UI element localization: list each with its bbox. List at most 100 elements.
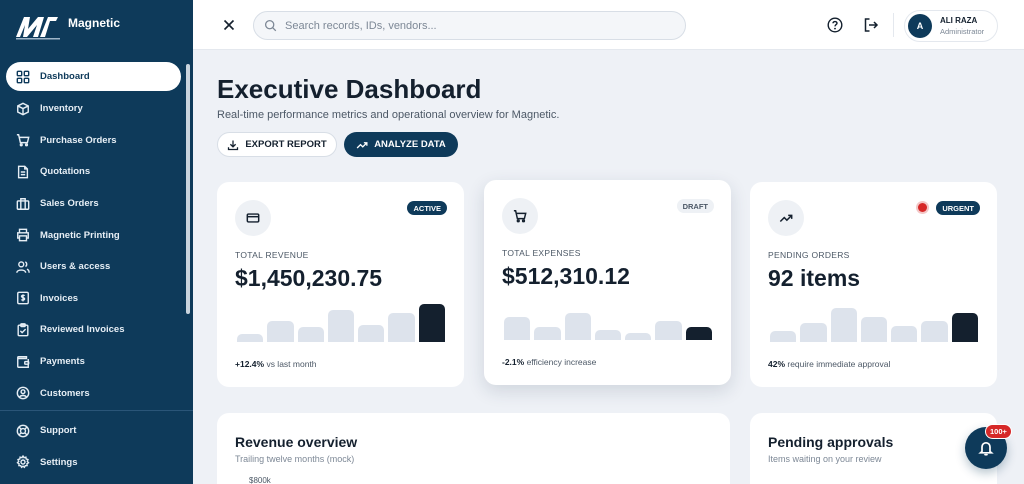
user-menu[interactable]: A ALI RAZA Administrator	[904, 10, 998, 42]
spark-bar	[951, 313, 978, 342]
analyze-data-label: ANALYZE DATA	[374, 139, 446, 150]
user-info: ALI RAZA Administrator	[940, 16, 984, 36]
spark-bar	[418, 304, 445, 342]
spark-bar	[297, 327, 324, 342]
kpi-change: +12.4%	[235, 359, 265, 369]
sidebar-item-inventory[interactable]: Inventory	[0, 93, 193, 125]
spark-bar	[267, 321, 294, 342]
sidebar-item-magnetic-printing[interactable]: Magnetic Printing	[0, 219, 193, 251]
spark-bar	[891, 326, 918, 342]
sidebar-item-dashboard[interactable]: Dashboard	[6, 62, 181, 91]
invoice-icon	[17, 291, 29, 305]
sidebar-item-quotations[interactable]: Quotations	[0, 156, 193, 188]
box-icon	[17, 102, 29, 116]
search-box[interactable]	[253, 11, 686, 40]
kpi-footnote: 42% require immediate approval	[768, 359, 890, 369]
kpi-sparkbars	[504, 300, 712, 340]
spark-bar	[800, 323, 827, 342]
kpi-change: 42%	[768, 359, 786, 369]
kpi-change-text: efficiency increase	[524, 357, 597, 367]
document-icon	[17, 165, 29, 179]
sidebar-nav: Dashboard Inventory Purchase Orders Quot…	[0, 62, 193, 409]
user-role: Administrator	[940, 27, 985, 36]
kpi-value: $512,310.12	[502, 263, 630, 289]
spark-bar	[388, 313, 415, 342]
status-badge: URGENT	[936, 201, 980, 215]
help-button[interactable]	[827, 17, 843, 33]
kpi-value: 92 items	[768, 265, 861, 291]
kpi-footnote: -2.1% efficiency increase	[502, 357, 596, 367]
close-button[interactable]	[221, 17, 237, 33]
kpi-sparkbars	[237, 302, 445, 342]
status-badge: DRAFT	[676, 199, 714, 213]
sidebar-item-label: Dashboard	[40, 71, 90, 82]
page-title: Executive Dashboard	[217, 74, 482, 104]
spark-bar	[830, 308, 857, 342]
topbar: A ALI RAZA Administrator	[193, 0, 1024, 50]
bell-icon	[978, 441, 994, 456]
sidebar-scrollbar[interactable]	[186, 64, 190, 314]
cart-icon	[513, 210, 527, 223]
sidebar-item-customers[interactable]: Customers	[0, 377, 193, 409]
pending-approvals-panel: Pending approvals Items waiting on your …	[750, 413, 997, 484]
spark-bar	[237, 334, 264, 342]
kpi-value: $1,450,230.75	[235, 265, 383, 291]
sidebar-item-users-access[interactable]: Users & access	[0, 251, 193, 283]
kpi-icon-wrap	[768, 200, 804, 236]
sidebar-item-sales-orders[interactable]: Sales Orders	[0, 188, 193, 220]
kpi-label: TOTAL REVENUE	[235, 250, 309, 260]
export-report-label: EXPORT REPORT	[245, 139, 327, 150]
sidebar-item-label: Magnetic Printing	[40, 229, 120, 241]
spark-bar	[564, 313, 591, 340]
grid-icon	[16, 70, 30, 83]
kpi-card-expenses[interactable]: DRAFT TOTAL EXPENSES $512,310.12 -2.1% e…	[484, 180, 731, 385]
brand-logo	[14, 11, 62, 41]
kpi-icon-wrap	[235, 200, 271, 236]
status-badge: ACTIVE	[407, 201, 447, 215]
export-report-button[interactable]: EXPORT REPORT	[217, 132, 337, 157]
cart-icon	[16, 134, 30, 147]
page-subtitle: Real-time performance metrics and operat…	[217, 109, 560, 121]
sidebar-item-label: Reviewed Invoices	[40, 324, 125, 336]
printer-icon	[17, 228, 29, 242]
spark-bar	[860, 317, 888, 342]
kpi-card-revenue[interactable]: ACTIVE TOTAL REVENUE $1,450,230.75 +12.4…	[217, 182, 464, 387]
panel-title: Pending approvals	[768, 434, 894, 450]
panel-title: Revenue overview	[235, 434, 358, 450]
sidebar-item-label: Customers	[40, 387, 90, 399]
spark-bar	[685, 327, 712, 340]
gear-icon	[16, 455, 30, 469]
sidebar-item-purchase-orders[interactable]: Purchase Orders	[0, 125, 193, 157]
topbar-divider	[893, 13, 894, 37]
kpi-change-text: vs last month	[264, 359, 317, 369]
analyze-data-button[interactable]: ANALYZE DATA	[344, 132, 458, 157]
sidebar-item-label: Invoices	[40, 292, 79, 304]
kpi-label: TOTAL EXPENSES	[502, 248, 581, 258]
brand[interactable]: Magnetic	[14, 10, 120, 42]
sidebar-item-label: Sales Orders	[40, 198, 99, 210]
spark-bar	[655, 321, 682, 340]
sidebar-item-label: Purchase Orders	[40, 134, 117, 146]
kpi-card-pending-orders[interactable]: URGENT PENDING ORDERS 92 items 42% requi…	[750, 182, 997, 387]
trending-up-icon	[779, 214, 793, 223]
sidebar-item-label: Payments	[40, 356, 85, 368]
search-input[interactable]	[285, 19, 665, 32]
avatar: A	[908, 14, 932, 38]
sidebar-item-payments[interactable]: Payments	[0, 346, 193, 378]
logout-button[interactable]	[863, 17, 879, 33]
spark-bar	[625, 333, 652, 340]
user-circle-icon	[16, 386, 30, 400]
briefcase-icon	[16, 197, 30, 210]
spark-bar	[921, 321, 948, 342]
sidebar-divider	[0, 410, 193, 411]
kpi-sparkbars	[770, 302, 978, 342]
sidebar-item-label: Support	[40, 425, 77, 437]
sidebar-item-label: Settings	[40, 456, 78, 468]
sidebar-item-reviewed-invoices[interactable]: Reviewed Invoices	[0, 314, 193, 346]
sidebar-item-invoices[interactable]: Invoices	[0, 283, 193, 315]
sidebar-item-support[interactable]: Support	[0, 415, 193, 447]
panel-subtitle: Trailing twelve months (mock)	[235, 454, 355, 464]
users-icon	[16, 260, 30, 273]
sidebar-item-settings[interactable]: Settings	[0, 447, 193, 479]
urgent-indicator	[918, 203, 927, 212]
